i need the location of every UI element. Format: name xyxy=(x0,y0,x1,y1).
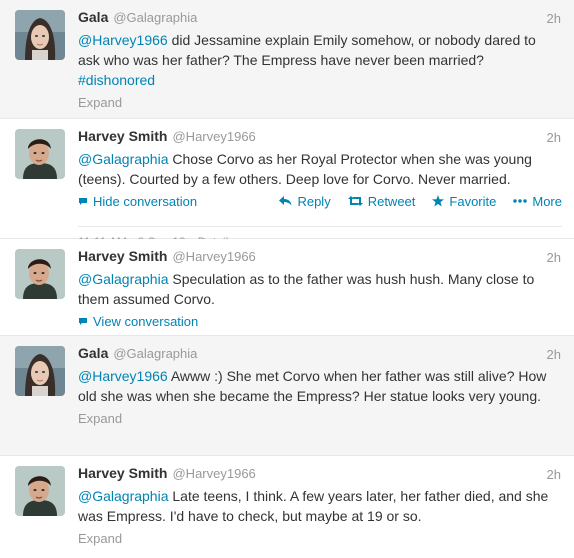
star-icon xyxy=(432,195,445,207)
tweet-text: @Harvey1966 Awww :) She met Corvo when h… xyxy=(78,366,556,406)
conversation-icon xyxy=(79,197,87,205)
tweet[interactable]: Gala @Galagraphia 2h @Harvey1966 Awww :)… xyxy=(0,336,574,456)
retweet-label: Retweet xyxy=(367,193,416,209)
username[interactable]: @Harvey1966 xyxy=(172,466,255,481)
hide-conversation-label: Hide conversation xyxy=(93,193,198,209)
view-conversation-link[interactable]: View conversation xyxy=(78,314,198,329)
reply-label: Reply xyxy=(297,193,331,209)
tweet-header: Gala @Galagraphia xyxy=(78,9,562,29)
tweet-text: @Galagraphia Late teens, I think. A few … xyxy=(78,486,556,526)
retweet-button[interactable]: Retweet xyxy=(347,193,416,209)
avatar-gala[interactable] xyxy=(15,346,65,396)
tweet[interactable]: Harvey Smith @Harvey1966 2h @Galagraphia… xyxy=(0,119,574,249)
fullname[interactable]: Gala xyxy=(78,345,108,361)
tweet-header: Gala @Galagraphia xyxy=(78,345,562,365)
conversation-icon xyxy=(79,317,87,325)
view-conversation-label: View conversation xyxy=(93,313,199,329)
mention-link[interactable]: @Galagraphia xyxy=(78,271,169,287)
tweet[interactable]: Harvey Smith @Harvey1966 2h @Galagraphia… xyxy=(0,456,574,558)
expand-link[interactable]: Expand xyxy=(78,411,122,426)
username[interactable]: @Harvey1966 xyxy=(172,249,255,264)
more-dots-icon xyxy=(513,199,528,203)
more-label: More xyxy=(532,193,562,209)
mention-link[interactable]: @Galagraphia xyxy=(78,151,169,167)
avatar-harvey[interactable] xyxy=(15,466,65,516)
timestamp[interactable]: 2h xyxy=(547,11,561,26)
tweet-actions-bar: Expand xyxy=(78,409,562,427)
timestamp[interactable]: 2h xyxy=(547,130,561,145)
tweet-text: @Harvey1966 did Jessamine explain Emily … xyxy=(78,30,556,90)
reply-button[interactable]: Reply xyxy=(279,193,331,209)
fullname[interactable]: Harvey Smith xyxy=(78,248,167,264)
tweet-actions-bar: Expand xyxy=(78,529,562,547)
avatar-harvey[interactable] xyxy=(15,129,65,179)
timestamp[interactable]: 2h xyxy=(547,347,561,362)
username[interactable]: @Galagraphia xyxy=(113,10,197,25)
mention-link[interactable]: @Galagraphia xyxy=(78,488,169,504)
favorite-button[interactable]: Favorite xyxy=(432,194,496,209)
fullname[interactable]: Harvey Smith xyxy=(78,128,167,144)
fullname[interactable]: Harvey Smith xyxy=(78,465,167,481)
tweet[interactable]: Gala @Galagraphia 2h @Harvey1966 did Jes… xyxy=(0,0,574,119)
tweet-text: @Galagraphia Chose Corvo as her Royal Pr… xyxy=(78,149,556,189)
avatar-gala[interactable] xyxy=(15,10,65,60)
tweet[interactable]: Harvey Smith @Harvey1966 2h @Galagraphia… xyxy=(0,239,574,336)
timeline: Gala @Galagraphia 2h @Harvey1966 did Jes… xyxy=(0,0,574,558)
hashtag-link[interactable]: #dishonored xyxy=(78,72,155,88)
favorite-label: Favorite xyxy=(449,193,497,209)
mention-link[interactable]: @Harvey1966 xyxy=(78,32,168,48)
tweet-actions-bar: Hide conversation Reply Retweet Favorite xyxy=(78,192,562,210)
timestamp[interactable]: 2h xyxy=(547,250,561,265)
tweet-text: @Galagraphia Speculation as to the fathe… xyxy=(78,269,556,309)
mention-link[interactable]: @Harvey1966 xyxy=(78,368,168,384)
tweet-header: Harvey Smith @Harvey1966 xyxy=(78,465,562,485)
timestamp[interactable]: 2h xyxy=(547,467,561,482)
avatar-harvey[interactable] xyxy=(15,249,65,299)
more-button[interactable]: More xyxy=(513,194,562,209)
username[interactable]: @Harvey1966 xyxy=(172,129,255,144)
tweet-header: Harvey Smith @Harvey1966 xyxy=(78,248,562,268)
expand-link[interactable]: Expand xyxy=(78,531,122,546)
tweet-header: Harvey Smith @Harvey1966 xyxy=(78,128,562,148)
tweet-actions-bar: Expand xyxy=(78,93,562,111)
expand-link[interactable]: Expand xyxy=(78,95,122,110)
hide-conversation-link[interactable]: Hide conversation xyxy=(78,194,197,209)
tweet-actions-bar: View conversation xyxy=(78,312,562,330)
tweet-action-buttons: Reply Retweet Favorite More xyxy=(279,194,562,209)
reply-icon xyxy=(279,196,292,206)
fullname[interactable]: Gala xyxy=(78,9,108,25)
username[interactable]: @Galagraphia xyxy=(113,346,197,361)
retweet-icon xyxy=(347,196,363,206)
